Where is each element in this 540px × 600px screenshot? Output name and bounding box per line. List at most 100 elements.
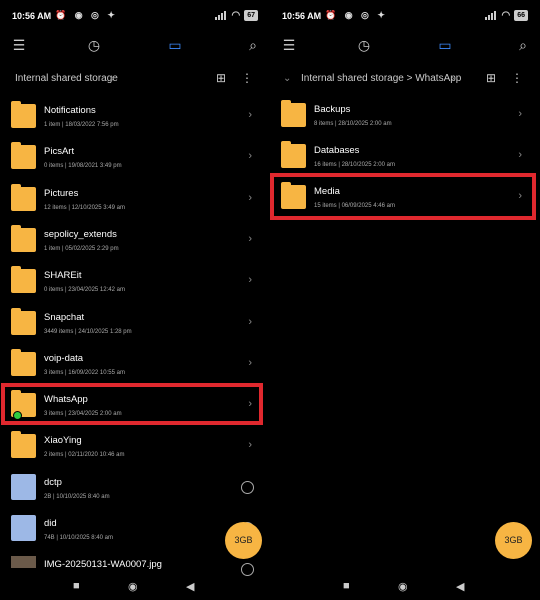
highlight-box-media [270, 173, 536, 220]
folder-icon [281, 100, 306, 127]
list-item[interactable]: Backups 8 items | 28/10/2025 2:00 am › [270, 95, 540, 136]
status-time: 10:56 AM [12, 11, 52, 21]
chevron-right-icon: › [248, 191, 252, 204]
item-meta: 1 item | 18/03/2022 7:56 pm [44, 122, 119, 128]
list-item[interactable]: dctp 2B | 10/10/2025 8:40 am [0, 468, 270, 509]
list-item[interactable]: Snapchat 3449 items | 24/10/2025 1:28 pm › [0, 303, 270, 344]
nav-recents-icon[interactable]: ■ [73, 580, 80, 592]
list-item[interactable]: Pictures 12 items | 12/10/2025 3:49 am › [0, 179, 270, 220]
folder-icon [11, 142, 36, 170]
status-bar: 10:56 AM ⏰ ◉ ◎ ✦ ◠ 66 [270, 0, 540, 32]
recent-clock-icon[interactable]: ◷ [355, 36, 373, 54]
item-meta: 0 items | 23/04/2025 12:42 am [44, 287, 125, 294]
item-name: XiaoYing [44, 435, 82, 447]
item-name: Pictures [44, 187, 79, 199]
item-name: SHAREit [44, 270, 82, 282]
select-radio[interactable] [241, 480, 254, 494]
nav-bar: ■ ◉ ◀ [270, 572, 540, 600]
item-name: Notifications [44, 105, 96, 116]
folder-icon [11, 224, 36, 252]
nav-home-icon[interactable]: ◉ [128, 580, 138, 593]
top-toolbar: ☰ ◷ ▭ ⌕ [0, 32, 270, 58]
breadcrumb: Internal shared storage › ⊞ ⋮ [0, 68, 270, 90]
search-icon[interactable]: ⌕ [514, 36, 532, 54]
menu-icon[interactable]: ☰ [10, 36, 28, 54]
file-icon [11, 473, 36, 500]
item-meta: 12 items | 12/10/2025 3:49 am [44, 204, 125, 211]
battery-icon: 66 [514, 10, 528, 21]
chevron-right-icon: › [518, 108, 522, 120]
item-meta: 74B | 10/10/2025 8:40 am [44, 535, 113, 541]
item-name: PicsArt [44, 146, 75, 158]
storage-fab[interactable]: 3GB [495, 522, 532, 559]
wifi-icon: ◠ [501, 10, 511, 21]
top-toolbar: ☰ ◷ ▭ ⌕ [270, 32, 540, 58]
item-meta: 1 item | 05/02/2025 2:29 pm [44, 245, 119, 252]
nav-bar: ■ ◉ ◀ [0, 572, 270, 600]
list-item[interactable]: XiaoYing 2 items | 02/11/2020 10:46 am › [0, 426, 270, 467]
notification-icons: ⏰ ◉ ◎ ✦ [55, 10, 118, 20]
signal-icon [485, 11, 497, 20]
breadcrumb-chevron-icon: › [111, 73, 115, 84]
nav-back-icon[interactable]: ◀ [456, 580, 464, 593]
storage-fab[interactable]: 3GB [225, 522, 262, 559]
folder-icon [281, 141, 306, 168]
folder-icon [11, 307, 36, 335]
folder-icon [11, 266, 36, 294]
item-meta: 2B | 10/10/2025 8:40 am [44, 493, 110, 500]
grid-view-icon[interactable]: ⊞ [486, 71, 496, 85]
grid-view-icon[interactable]: ⊞ [216, 71, 226, 85]
list-item[interactable]: PicsArt 0 items | 19/08/2021 3:49 pm › [0, 137, 270, 178]
file-icon [11, 515, 36, 541]
item-meta: 16 items | 28/10/2025 2:00 am [314, 162, 395, 168]
nav-recents-icon[interactable]: ■ [343, 580, 350, 592]
status-time: 10:56 AM [282, 11, 322, 21]
list-item[interactable]: SHAREit 0 items | 23/04/2025 12:42 am › [0, 261, 270, 302]
item-name: voip-data [44, 352, 84, 364]
list-item[interactable]: sepolicy_extends 1 item | 05/02/2025 2:29… [0, 220, 270, 261]
list-item[interactable]: Databases 16 items | 28/10/2025 2:00 am › [270, 136, 540, 177]
folder-icon [11, 183, 36, 211]
chevron-right-icon: › [248, 356, 252, 369]
more-options-icon[interactable]: ⋮ [241, 71, 253, 85]
nav-back-icon[interactable]: ◀ [186, 580, 194, 593]
left-screen: 10:56 AM ⏰ ◉ ◎ ✦ ◠ 67 ☰ ◷ ▭ ⌕ Internal s… [0, 0, 270, 600]
notification-icons: ⏰ ◉ ◎ ✦ [325, 10, 388, 20]
nav-home-icon[interactable]: ◉ [398, 580, 408, 593]
search-icon[interactable]: ⌕ [244, 36, 262, 54]
item-name: IMG-20250131-WA0007.jpg [44, 559, 162, 571]
item-meta: 0 items | 19/08/2021 3:49 pm [44, 163, 122, 170]
chevron-right-icon: › [518, 149, 522, 161]
item-name: Snapchat [44, 311, 85, 323]
item-meta: 3 items | 16/09/2022 10:55 am [44, 369, 125, 376]
folder-tab-icon[interactable]: ▭ [166, 36, 184, 54]
right-screen: 10:56 AM ⏰ ◉ ◎ ✦ ◠ 66 ☰ ◷ ▭ ⌕ ⌄ Internal… [270, 0, 540, 600]
highlight-box-whatsapp [1, 383, 263, 425]
breadcrumb-path[interactable]: Internal shared storage > WhatsApp [301, 73, 461, 84]
recent-clock-icon[interactable]: ◷ [85, 36, 103, 54]
list-item[interactable]: voip-data 3 items | 16/09/2022 10:55 am › [0, 344, 270, 385]
collapse-chevron-icon[interactable]: ⌄ [283, 73, 291, 84]
item-name: dctp [44, 476, 62, 488]
breadcrumb-chevron-icon: › [451, 73, 455, 84]
wifi-icon: ◠ [231, 10, 241, 21]
chevron-right-icon: › [248, 150, 252, 163]
item-meta: 8 items | 28/10/2025 2:00 am [314, 121, 392, 127]
folder-tab-icon[interactable]: ▭ [436, 36, 454, 54]
item-meta: 3449 items | 24/10/2025 1:28 pm [44, 328, 132, 335]
chevron-right-icon: › [248, 439, 252, 452]
breadcrumb: ⌄ Internal shared storage > WhatsApp › ⊞… [270, 68, 540, 90]
chevron-right-icon: › [248, 109, 252, 121]
list-item[interactable]: Notifications 1 item | 18/03/2022 7:56 pm… [0, 96, 270, 137]
folder-icon [11, 348, 36, 376]
chevron-right-icon: › [248, 232, 252, 245]
chevron-right-icon: › [248, 315, 252, 328]
battery-icon: 67 [244, 10, 258, 21]
item-name: Databases [314, 145, 360, 156]
more-options-icon[interactable]: ⋮ [511, 71, 523, 85]
menu-icon[interactable]: ☰ [280, 36, 298, 54]
signal-icon [215, 11, 227, 20]
item-name: Backups [314, 104, 351, 115]
breadcrumb-root[interactable]: Internal shared storage [15, 73, 118, 84]
status-bar: 10:56 AM ⏰ ◉ ◎ ✦ ◠ 67 [0, 0, 270, 32]
